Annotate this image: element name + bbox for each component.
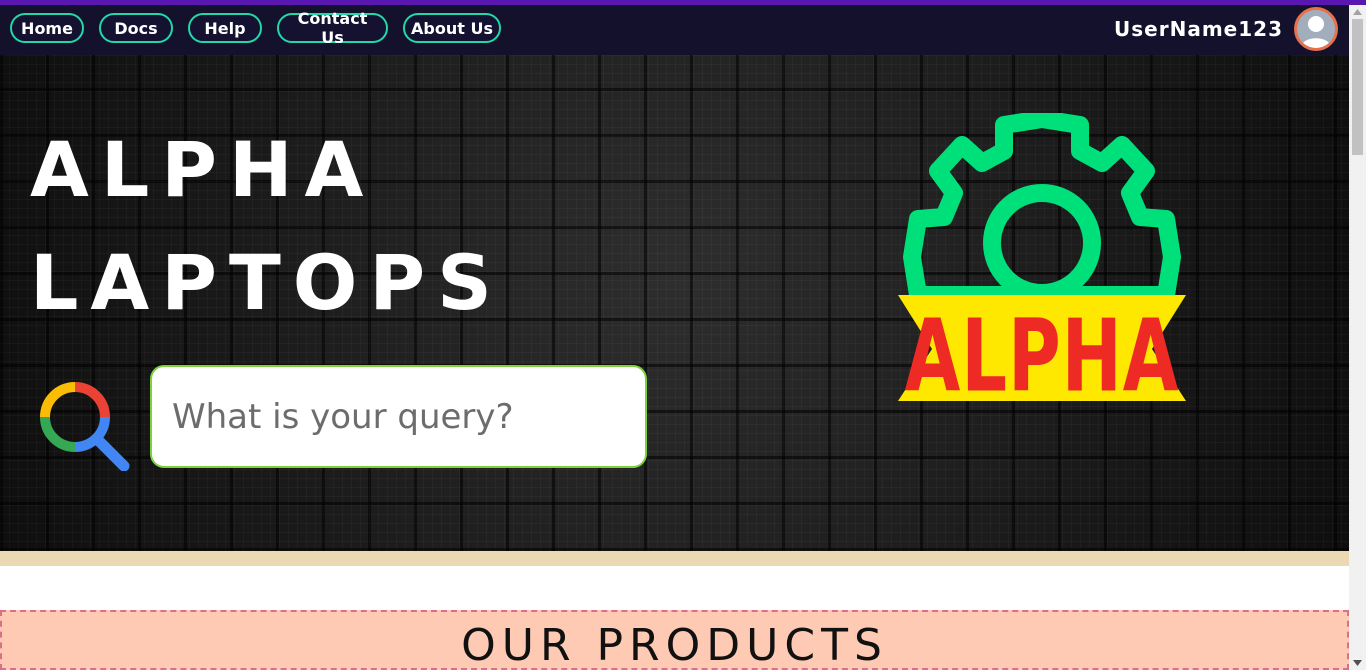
nav-contact-us-button[interactable]: Contact Us [277,9,388,47]
gear-icon [903,113,1181,304]
search-input[interactable] [150,365,647,468]
logo-text: ALPHA [905,298,1180,405]
scroll-up-arrow-icon[interactable] [1349,5,1366,19]
scroll-thumb[interactable] [1352,19,1363,155]
hero-title-line2: LAPTOPS [30,238,504,327]
username-label[interactable]: UserName123 [1114,17,1283,41]
nav-about-us-button[interactable]: About Us [403,13,501,43]
products-heading: OUR PRODUCTS [461,620,888,671]
hero-banner: ALPHA LAPTOPS ALPHA [0,55,1349,551]
nav-home-button[interactable]: Home [10,13,84,43]
nav-help-button[interactable]: Help [188,13,262,43]
top-navbar: Home Docs Help Contact Us About Us UserN… [0,5,1349,55]
products-section: OUR PRODUCTS [0,610,1349,671]
page-scrollbar[interactable] [1349,5,1366,670]
nav-docs-button[interactable]: Docs [99,13,173,43]
search-icon[interactable] [38,375,132,471]
tan-divider [0,551,1349,566]
alpha-logo: ALPHA [898,113,1186,405]
user-avatar-icon[interactable] [1294,7,1338,51]
hero-title: ALPHA LAPTOPS [30,113,504,339]
scroll-down-arrow-icon[interactable] [1349,656,1366,670]
hero-title-line1: ALPHA [30,125,376,214]
